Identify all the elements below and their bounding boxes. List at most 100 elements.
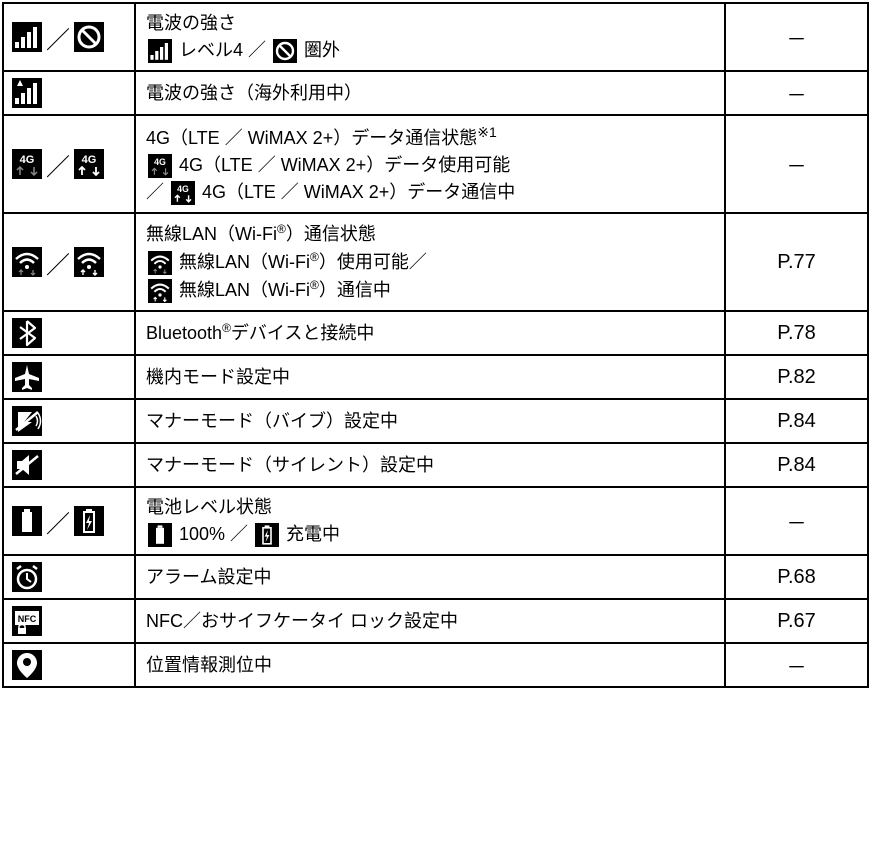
description-text: マナーモード（サイレント）設定中 [146,455,434,475]
description-line: アラーム設定中 [146,564,714,591]
table-row: 位置情報測位中 － [3,643,868,687]
description-line: 無線LAN（Wi-Fi®）通信中 [146,276,714,304]
description-line: マナーモード（バイブ）設定中 [146,408,714,435]
no-signal-icon [74,22,104,52]
description-line: ／ 4G 4G（LTE ／ WiMAX 2+）データ通信中 [146,179,714,206]
description-cell: アラーム設定中 [135,555,725,599]
icon-cell [3,555,135,599]
description-line: 位置情報測位中 [146,652,714,679]
nfc-lock-icon: NFC [12,606,42,636]
page-reference: － [725,115,868,213]
description-cell: 電波の強さ（海外利用中） [135,71,725,115]
4g-active-icon: 4G [74,149,104,179]
wifi-active-icon [74,247,104,277]
description-cell: マナーモード（サイレント）設定中 [135,443,725,487]
bluetooth-icon [12,318,42,348]
description-line: Bluetooth®デバイスと接続中 [146,319,714,347]
charging-icon [74,506,104,536]
description-text: 圏外 [299,40,340,60]
icon-cell [3,643,135,687]
table-row: マナーモード（バイブ）設定中P.84 [3,399,868,443]
description-line: レベル4 ／ 圏外 [146,37,714,64]
table-row: 4G／4G4G（LTE ／ WiMAX 2+）データ通信状態※14G 4G（LT… [3,115,868,213]
page-reference: P.77 [725,213,868,311]
page-reference: P.84 [725,443,868,487]
description-line: 電池レベル状態 [146,494,714,521]
table-row: 電波の強さ（海外利用中） － [3,71,868,115]
registered-mark: ® [310,278,319,292]
no-signal-icon [273,39,297,63]
description-text: 無線LAN（Wi-Fi [174,252,310,272]
icon-cell [3,355,135,399]
description-line: 無線LAN（Wi-Fi®）使用可能／ [146,248,714,276]
description-text: Bluetooth [146,323,222,343]
4g-idle-icon: 4G [148,154,172,178]
slash-separator: ／ [42,20,74,55]
page-reference: － [725,643,868,687]
icon-cell [3,443,135,487]
description-text: デバイスと接続中 [231,323,374,343]
wifi-idle-icon [148,251,172,275]
table-row: 機内モード設定中 P.82 [3,355,868,399]
description-text: 充電中 [281,524,340,544]
description-text: 4G（LTE ／ WiMAX 2+）データ通信状態 [146,128,477,148]
4g-idle-icon: 4G [12,149,42,179]
description-line: 無線LAN（Wi-Fi®）通信状態 [146,220,714,248]
description-text: 100% ／ [174,524,253,544]
description-cell: Bluetooth®デバイスと接続中 [135,311,725,355]
description-line: マナーモード（サイレント）設定中 [146,452,714,479]
description-text: 無線LAN（Wi-Fi [146,224,277,244]
alarm-icon [12,562,42,592]
page-reference: － [725,3,868,71]
table-row: ／ 電池レベル状態 100% ／ 充電中 － [3,487,868,555]
svg-text:4G: 4G [154,157,166,167]
table-row: ／無線LAN（Wi-Fi®）通信状態 無線LAN（Wi-Fi®）使用可能／ 無線… [3,213,868,311]
wifi-idle-icon [12,247,42,277]
page-reference: － [725,71,868,115]
page-reference: P.82 [725,355,868,399]
page-reference: － [725,487,868,555]
description-line: 電波の強さ [146,10,714,37]
description-text: アラーム設定中 [146,567,271,587]
description-text: レベル4 ／ [174,40,271,60]
description-text: ）通信状態 [286,224,376,244]
icon-cell: ／ [3,487,135,555]
description-cell: マナーモード（バイブ）設定中 [135,399,725,443]
description-text: 電波の強さ（海外利用中） [146,83,362,103]
page-reference: P.78 [725,311,868,355]
description-cell: 位置情報測位中 [135,643,725,687]
signal-bars-icon [148,39,172,63]
description-text: NFC／おサイフケータイ ロック設定中 [146,611,458,631]
charging-icon [255,523,279,547]
icon-cell [3,399,135,443]
slash-separator: ／ [42,245,74,280]
description-cell: 電波の強さ レベル4 ／ 圏外 [135,3,725,71]
registered-mark: ® [222,321,231,335]
description-line: 電波の強さ（海外利用中） [146,80,714,107]
vibrate-icon [12,406,42,436]
registered-mark: ® [277,222,286,236]
description-text: 4G（LTE ／ WiMAX 2+）データ通信中 [197,182,515,202]
description-line: 4G 4G（LTE ／ WiMAX 2+）データ使用可能 [146,152,714,179]
table-row: アラーム設定中 P.68 [3,555,868,599]
description-text: ）通信中 [319,280,391,300]
icon-cell [3,71,135,115]
description-text: ／ [146,182,169,202]
location-icon [12,650,42,680]
table-row: マナーモード（サイレント）設定中 P.84 [3,443,868,487]
description-cell: 無線LAN（Wi-Fi®）通信状態 無線LAN（Wi-Fi®）使用可能／ 無線L… [135,213,725,311]
signal-bars-icon [12,22,42,52]
table-row: ／電波の強さ レベル4 ／ 圏外－ [3,3,868,71]
description-cell: 4G（LTE ／ WiMAX 2+）データ通信状態※14G 4G（LTE ／ W… [135,115,725,213]
slash-separator: ／ [42,504,74,539]
description-text: 無線LAN（Wi-Fi [174,280,310,300]
page-reference: P.68 [725,555,868,599]
table-row: Bluetooth®デバイスと接続中 P.78 [3,311,868,355]
icon-cell [3,311,135,355]
wifi-active-icon [148,279,172,303]
svg-text:4G: 4G [82,154,97,166]
battery-icon [148,523,172,547]
slash-separator: ／ [42,147,74,182]
description-line: 機内モード設定中 [146,364,714,391]
icon-cell: ／ [3,3,135,71]
